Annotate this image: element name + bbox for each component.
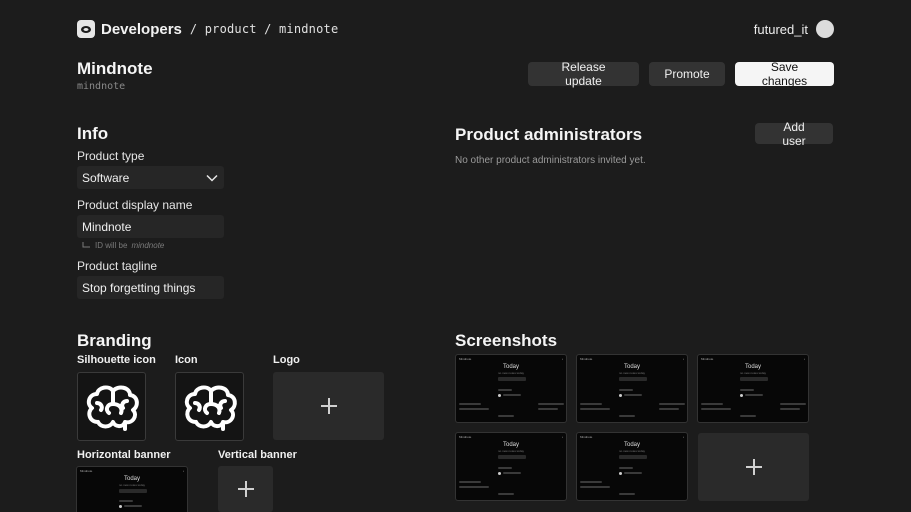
username: futured_it (753, 21, 808, 37)
display-name-input[interactable]: Mindnote (77, 215, 224, 238)
logo-upload[interactable] (273, 372, 384, 440)
top-bar: Developers / product / mindnote futured_… (77, 18, 834, 40)
product-slug: mindnote (77, 81, 126, 92)
screenshot-thumbnail[interactable]: Mindnote • Today no new notes today (576, 432, 688, 501)
release-update-button[interactable]: Release update (528, 60, 639, 88)
preview-subtitle: no new notes today (618, 449, 646, 453)
screenshot-thumbnail[interactable]: Mindnote • Today no new notes today (576, 354, 688, 423)
breadcrumb: / product / mindnote (189, 22, 339, 36)
brand-name[interactable]: Developers (101, 21, 182, 38)
id-hint: ID will be mindnote (82, 241, 164, 250)
preview-subtitle: no new notes today (118, 483, 146, 487)
vertical-banner-label: Vertical banner (218, 449, 297, 461)
screenshot-thumbnail[interactable]: Mindnote • Today no new notes today (455, 432, 567, 501)
branding-heading: Branding (77, 331, 152, 350)
brain-icon (184, 384, 237, 431)
display-name-label: Product display name (77, 198, 193, 212)
product-type-label: Product type (77, 149, 145, 163)
silhouette-icon-label: Silhouette icon (77, 354, 156, 366)
tagline-label: Product tagline (77, 259, 158, 273)
preview-subtitle: no new notes today (739, 371, 767, 375)
preview-subtitle: no new notes today (618, 371, 646, 375)
id-hint-text: ID will be (95, 241, 128, 250)
administrators-empty-note: No other product administrators invited … (455, 155, 646, 166)
plus-icon (237, 481, 254, 497)
plus-icon (745, 459, 762, 475)
preview-app-name: Mindnote (459, 435, 472, 439)
icon-upload[interactable] (175, 372, 244, 441)
add-screenshot-button[interactable] (698, 433, 809, 501)
preview-title: Today (123, 476, 140, 482)
vertical-banner-upload[interactable] (218, 466, 273, 512)
add-user-button[interactable]: Add user (755, 120, 833, 148)
horizontal-banner-preview[interactable]: Mindnote • Today no new notes today (76, 466, 188, 512)
info-heading: Info (77, 124, 109, 143)
silhouette-icon-upload[interactable] (77, 372, 146, 441)
product-type-value: Software (82, 170, 130, 185)
corner-arrow-icon (82, 242, 90, 248)
user-menu[interactable]: futured_it (754, 20, 834, 38)
preview-title: Today (623, 364, 640, 370)
chevron-down-icon (206, 174, 218, 182)
logo-label: Logo (273, 354, 300, 366)
preview-app-name: Mindnote (580, 357, 593, 361)
preview-title: Today (744, 364, 761, 370)
save-changes-button[interactable]: Save changes (735, 60, 834, 88)
horizontal-banner-label: Horizontal banner (77, 449, 171, 461)
avatar[interactable] (816, 20, 834, 38)
brain-icon (86, 384, 139, 431)
preview-title: Today (502, 364, 519, 370)
screenshots-heading: Screenshots (455, 331, 558, 350)
preview-title: Today (502, 442, 519, 448)
preview-app-name: Mindnote (580, 435, 593, 439)
icon-label: Icon (175, 354, 198, 366)
administrators-heading: Product administrators (455, 125, 643, 144)
promote-button[interactable]: Promote (649, 62, 725, 86)
plus-icon (320, 398, 337, 414)
header-actions: Release update Promote Save changes (528, 60, 834, 88)
tagline-input[interactable]: Stop forgetting things (77, 276, 224, 299)
preview-app-name: Mindnote (459, 357, 472, 361)
product-type-select[interactable]: Software (77, 166, 224, 189)
preview-app-name: Mindnote (80, 469, 93, 473)
preview-subtitle: no new notes today (497, 449, 525, 453)
preview-subtitle: no new notes today (497, 371, 525, 375)
preview-app-name: Mindnote (701, 357, 714, 361)
screenshot-thumbnail[interactable]: Mindnote • Today no new notes today (455, 354, 567, 423)
page-title: Mindnote (77, 59, 153, 78)
screenshot-thumbnail[interactable]: Mindnote • Today no new notes today (697, 354, 809, 423)
developers-logo-icon[interactable] (77, 20, 95, 38)
id-hint-value: mindnote (131, 241, 165, 250)
preview-title: Today (623, 442, 640, 448)
